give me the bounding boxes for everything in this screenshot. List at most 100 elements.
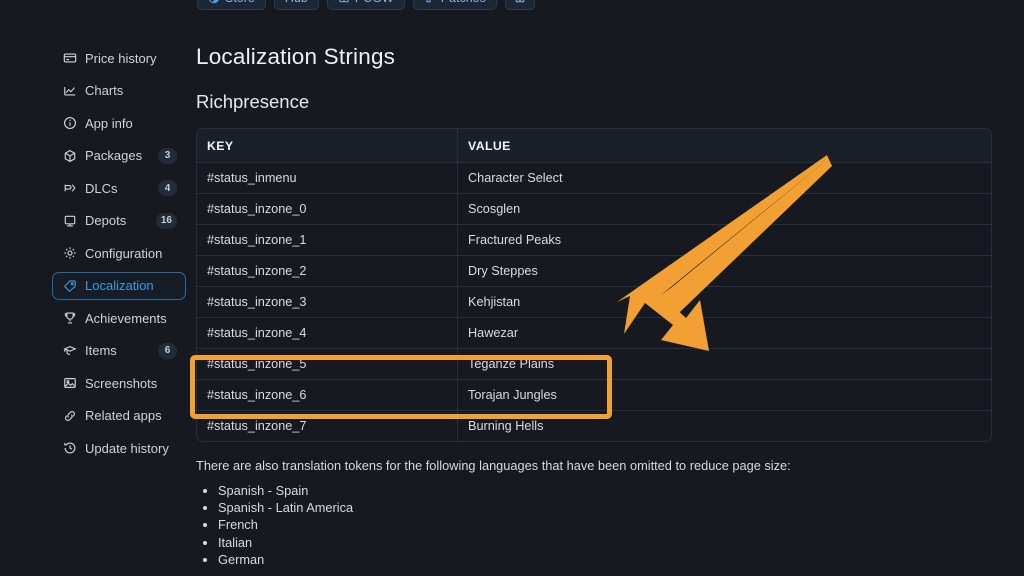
- tab-pcgw[interactable]: PCGW: [326, 0, 405, 10]
- hard-drive-icon: [62, 213, 78, 229]
- tab-hub[interactable]: Hub: [273, 0, 319, 10]
- tab-patches-label: Patches: [441, 0, 486, 5]
- sidebar-item-price-history[interactable]: Price history: [52, 44, 186, 72]
- table-row[interactable]: #status_inmenu Character Select: [197, 162, 991, 193]
- patch-icon: [424, 0, 436, 4]
- cell-value: Torajan Jungles: [457, 379, 991, 410]
- table-row-highlighted[interactable]: #status_inzone_5 Teganze Plains: [197, 348, 991, 379]
- table-header-row: KEY VALUE: [197, 129, 991, 162]
- image-icon: [62, 375, 78, 391]
- sidebar-item-label: Update history: [85, 440, 169, 456]
- cell-key: #status_inzone_6: [197, 379, 457, 410]
- cell-key: #status_inzone_7: [197, 410, 457, 441]
- gear-icon: [62, 245, 78, 261]
- omitted-languages-note: There are also translation tokens for th…: [196, 458, 791, 473]
- trophy-icon: [62, 310, 78, 326]
- sidebar-badge: 3: [158, 147, 177, 164]
- sidebar-item-label: DLCs: [85, 180, 118, 196]
- sidebar-item-related-apps[interactable]: Related apps: [52, 402, 186, 430]
- omitted-languages-list: Spanish - Spain Spanish - Latin America …: [218, 482, 996, 568]
- tag-icon: [62, 278, 78, 294]
- sidebar-item-update-history[interactable]: Update history: [52, 434, 186, 462]
- localization-strings-table: KEY VALUE #status_inmenu Character Selec…: [196, 128, 992, 442]
- top-right-text: content.: [716, 0, 760, 1]
- package-box-icon: [62, 148, 78, 164]
- page-title: Localization Strings: [196, 44, 396, 69]
- sidebar-item-label: Price history: [85, 50, 157, 66]
- credit-card-icon: [62, 50, 78, 66]
- chart-line-icon: [62, 83, 78, 99]
- main-content: Localization Strings Richpresence KEY VA…: [196, 44, 996, 568]
- steam-icon: [208, 0, 220, 4]
- sidebar-badge: 6: [158, 342, 177, 359]
- cell-key: #status_inzone_0: [197, 193, 457, 224]
- cell-key: #status_inmenu: [197, 162, 457, 193]
- sidebar-item-label: Items: [85, 343, 117, 358]
- table-row-highlighted[interactable]: #status_inzone_6 Torajan Jungles: [197, 379, 991, 410]
- tab-store[interactable]: Store: [197, 0, 266, 10]
- sidebar-badge: 4: [158, 180, 177, 196]
- graduation-cap-icon: [62, 343, 78, 359]
- puzzle-plug-icon: [62, 180, 78, 196]
- cell-value: Scosglen: [457, 193, 991, 224]
- sidebar-item-packages[interactable]: Packages 3: [52, 142, 186, 170]
- table-row[interactable]: #status_inzone_2 Dry Steppes: [197, 255, 991, 286]
- cell-value: Burning Hells: [457, 410, 991, 441]
- table-row[interactable]: #status_inzone_7 Burning Hells: [197, 410, 991, 441]
- tab-hub-label: Hub: [285, 0, 308, 5]
- cell-value: Kehjistan: [457, 286, 991, 317]
- section-title-richpresence: Richpresence: [196, 91, 310, 112]
- table-row[interactable]: #status_inzone_1 Fractured Peaks: [197, 224, 991, 255]
- list-item: French: [218, 516, 996, 533]
- cell-key: #status_inzone_4: [197, 317, 457, 348]
- sidebar-item-label: Charts: [85, 83, 124, 98]
- sidebar-item-label: Screenshots: [85, 375, 158, 391]
- sidebar-item-charts[interactable]: Charts: [52, 77, 186, 105]
- table-row[interactable]: #status_inzone_3 Kehjistan: [197, 286, 991, 317]
- cell-value: Hawezar: [457, 317, 991, 348]
- list-item: Spanish - Spain: [218, 482, 996, 499]
- tab-pcgw-label: PCGW: [355, 0, 394, 5]
- sidebar-item-label: Localization: [85, 278, 154, 293]
- sidebar-item-achievements[interactable]: Achievements: [52, 304, 186, 332]
- grid-icon: [514, 0, 526, 4]
- sidebar-item-label: Depots: [85, 213, 127, 228]
- list-item: Spanish - Latin America: [218, 499, 996, 516]
- sidebar-badge: 16: [155, 212, 177, 229]
- cell-key: #status_inzone_2: [197, 255, 457, 286]
- cell-key: #status_inzone_3: [197, 286, 457, 317]
- column-header-key[interactable]: KEY: [197, 129, 457, 162]
- cell-key: #status_inzone_1: [197, 224, 457, 255]
- tab-patches[interactable]: Patches: [412, 0, 497, 10]
- sidebar-item-app-info[interactable]: App info: [52, 109, 186, 137]
- sidebar-item-depots[interactable]: Depots 16: [52, 207, 186, 235]
- book-icon: [338, 0, 350, 4]
- list-item: German: [218, 551, 996, 568]
- sidebar-item-items[interactable]: Items 6: [52, 337, 186, 365]
- app-root: Store Hub PCGW Patches: [0, 0, 1024, 576]
- sidebar-item-screenshots[interactable]: Screenshots: [52, 369, 186, 397]
- sidebar-item-label: Achievements: [85, 310, 167, 326]
- sidebar-item-localization[interactable]: Localization: [52, 271, 186, 300]
- top-tab-strip: Store Hub PCGW Patches: [0, 0, 1024, 12]
- sidebar-item-label: Configuration: [85, 245, 163, 261]
- list-item: Italian: [218, 534, 996, 551]
- table-row[interactable]: #status_inzone_4 Hawezar: [197, 317, 991, 348]
- info-circle-icon: [62, 115, 78, 131]
- sidebar-item-configuration[interactable]: Configuration: [52, 239, 186, 267]
- table-row[interactable]: #status_inzone_0 Scosglen: [197, 193, 991, 224]
- external-link-tabs: Store Hub PCGW Patches: [197, 0, 535, 10]
- cell-value: Teganze Plains: [457, 348, 991, 379]
- cell-key: #status_inzone_5: [197, 348, 457, 379]
- link-icon: [62, 408, 78, 424]
- sidebar-item-dlcs[interactable]: DLCs 4: [52, 174, 186, 202]
- clock-history-icon: [62, 440, 78, 456]
- tab-store-label: Store: [225, 0, 255, 5]
- sidebar-item-label: Related apps: [85, 408, 162, 423]
- column-header-value[interactable]: VALUE: [457, 129, 991, 162]
- sidebar-item-label: App info: [85, 115, 133, 131]
- tab-grid[interactable]: [504, 0, 535, 10]
- sidebar: Price history Charts App info Packages 3: [52, 44, 186, 467]
- cell-value: Dry Steppes: [457, 255, 991, 286]
- table-body: #status_inmenu Character Select #status_…: [197, 162, 991, 441]
